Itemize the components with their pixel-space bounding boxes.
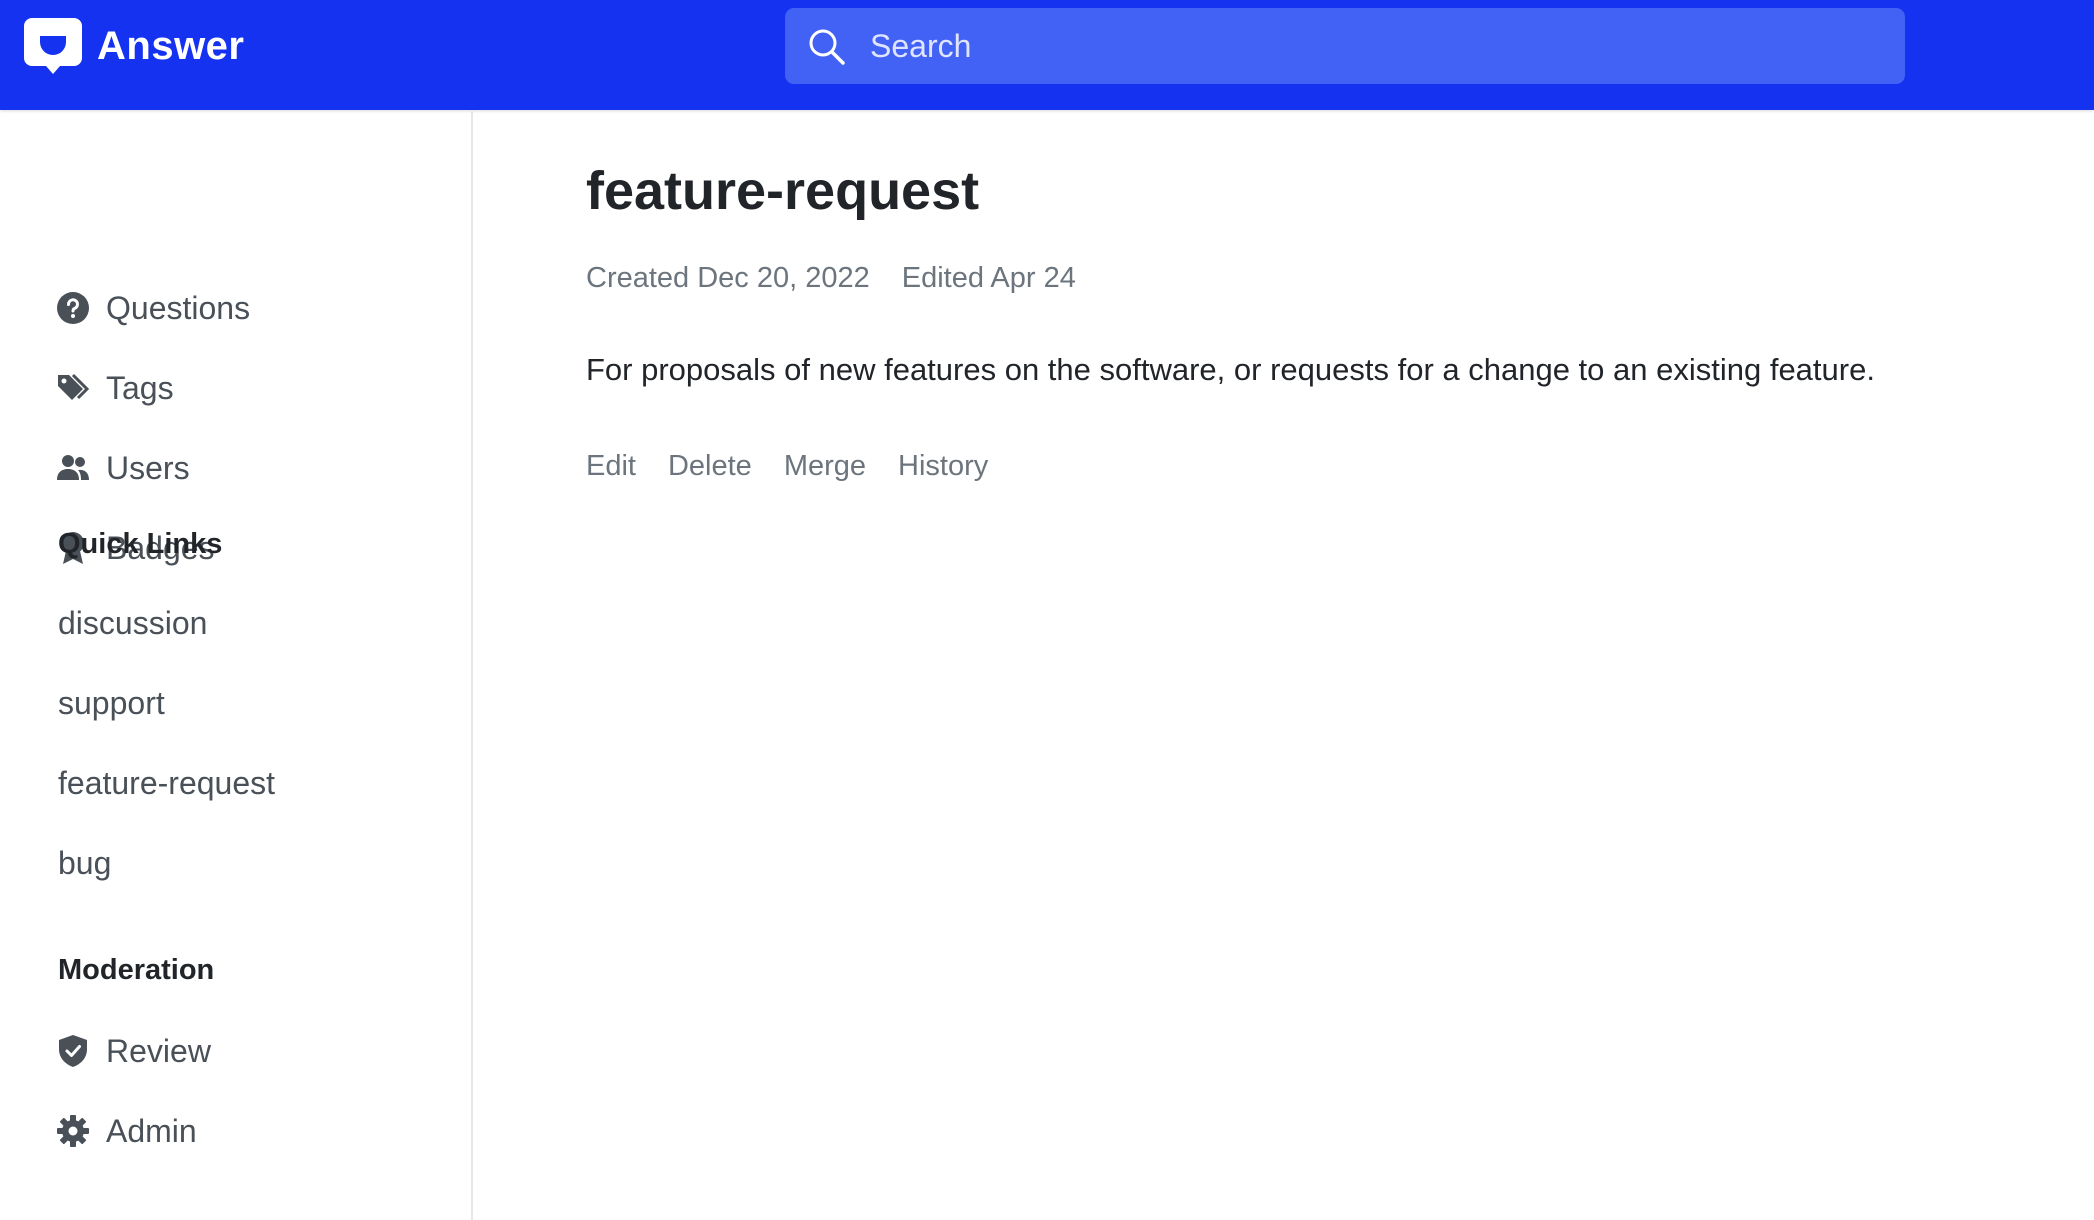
- search-box: [785, 8, 1905, 84]
- tags-icon: [56, 371, 90, 405]
- brand-name: Answer: [97, 23, 245, 68]
- delete-link[interactable]: Delete: [668, 450, 752, 482]
- edited-date: Edited Apr 24: [901, 262, 1076, 294]
- quick-link-feature-request[interactable]: feature-request: [58, 765, 275, 802]
- sidebar: Questions Tags Users Badges Quick Links …: [0, 110, 473, 1220]
- quick-link-support[interactable]: support: [58, 685, 165, 722]
- created-date: Created Dec 20, 2022: [586, 262, 870, 294]
- search-icon: [809, 29, 845, 65]
- answer-logo-icon: [24, 18, 82, 74]
- search-input[interactable]: [870, 8, 1880, 84]
- tag-meta: Created Dec 20, 2022 Edited Apr 24: [586, 262, 1076, 295]
- gear-icon: [56, 1114, 90, 1148]
- sidebar-item-label: Questions: [106, 289, 251, 326]
- merge-link[interactable]: Merge: [784, 450, 866, 482]
- people-icon: [56, 451, 90, 485]
- sidebar-item-users[interactable]: Users: [56, 440, 190, 496]
- brand-link[interactable]: Answer: [24, 18, 245, 74]
- top-navbar: Answer: [0, 0, 2094, 110]
- sidebar-item-label: Admin: [106, 1112, 197, 1149]
- page-title: feature-request: [586, 161, 980, 221]
- history-link[interactable]: History: [898, 450, 988, 482]
- sidebar-item-admin[interactable]: Admin: [56, 1103, 197, 1159]
- edit-link[interactable]: Edit: [586, 450, 636, 482]
- question-circle-icon: [56, 291, 90, 325]
- sidebar-item-questions[interactable]: Questions: [56, 280, 250, 336]
- quick-link-discussion[interactable]: discussion: [58, 605, 207, 642]
- sidebar-item-label: Users: [106, 449, 190, 486]
- sidebar-item-review[interactable]: Review: [56, 1023, 211, 1079]
- quick-link-bug[interactable]: bug: [58, 845, 111, 882]
- tag-actions: Edit Delete Merge History: [586, 450, 988, 483]
- sidebar-item-label: Tags: [106, 369, 174, 406]
- sidebar-item-label: Review: [106, 1032, 211, 1069]
- sidebar-item-tags[interactable]: Tags: [56, 360, 174, 416]
- quick-links-title: Quick Links: [58, 528, 223, 560]
- tag-description: For proposals of new features on the sof…: [586, 352, 1875, 387]
- moderation-title: Moderation: [58, 954, 215, 986]
- shield-check-icon: [56, 1034, 90, 1068]
